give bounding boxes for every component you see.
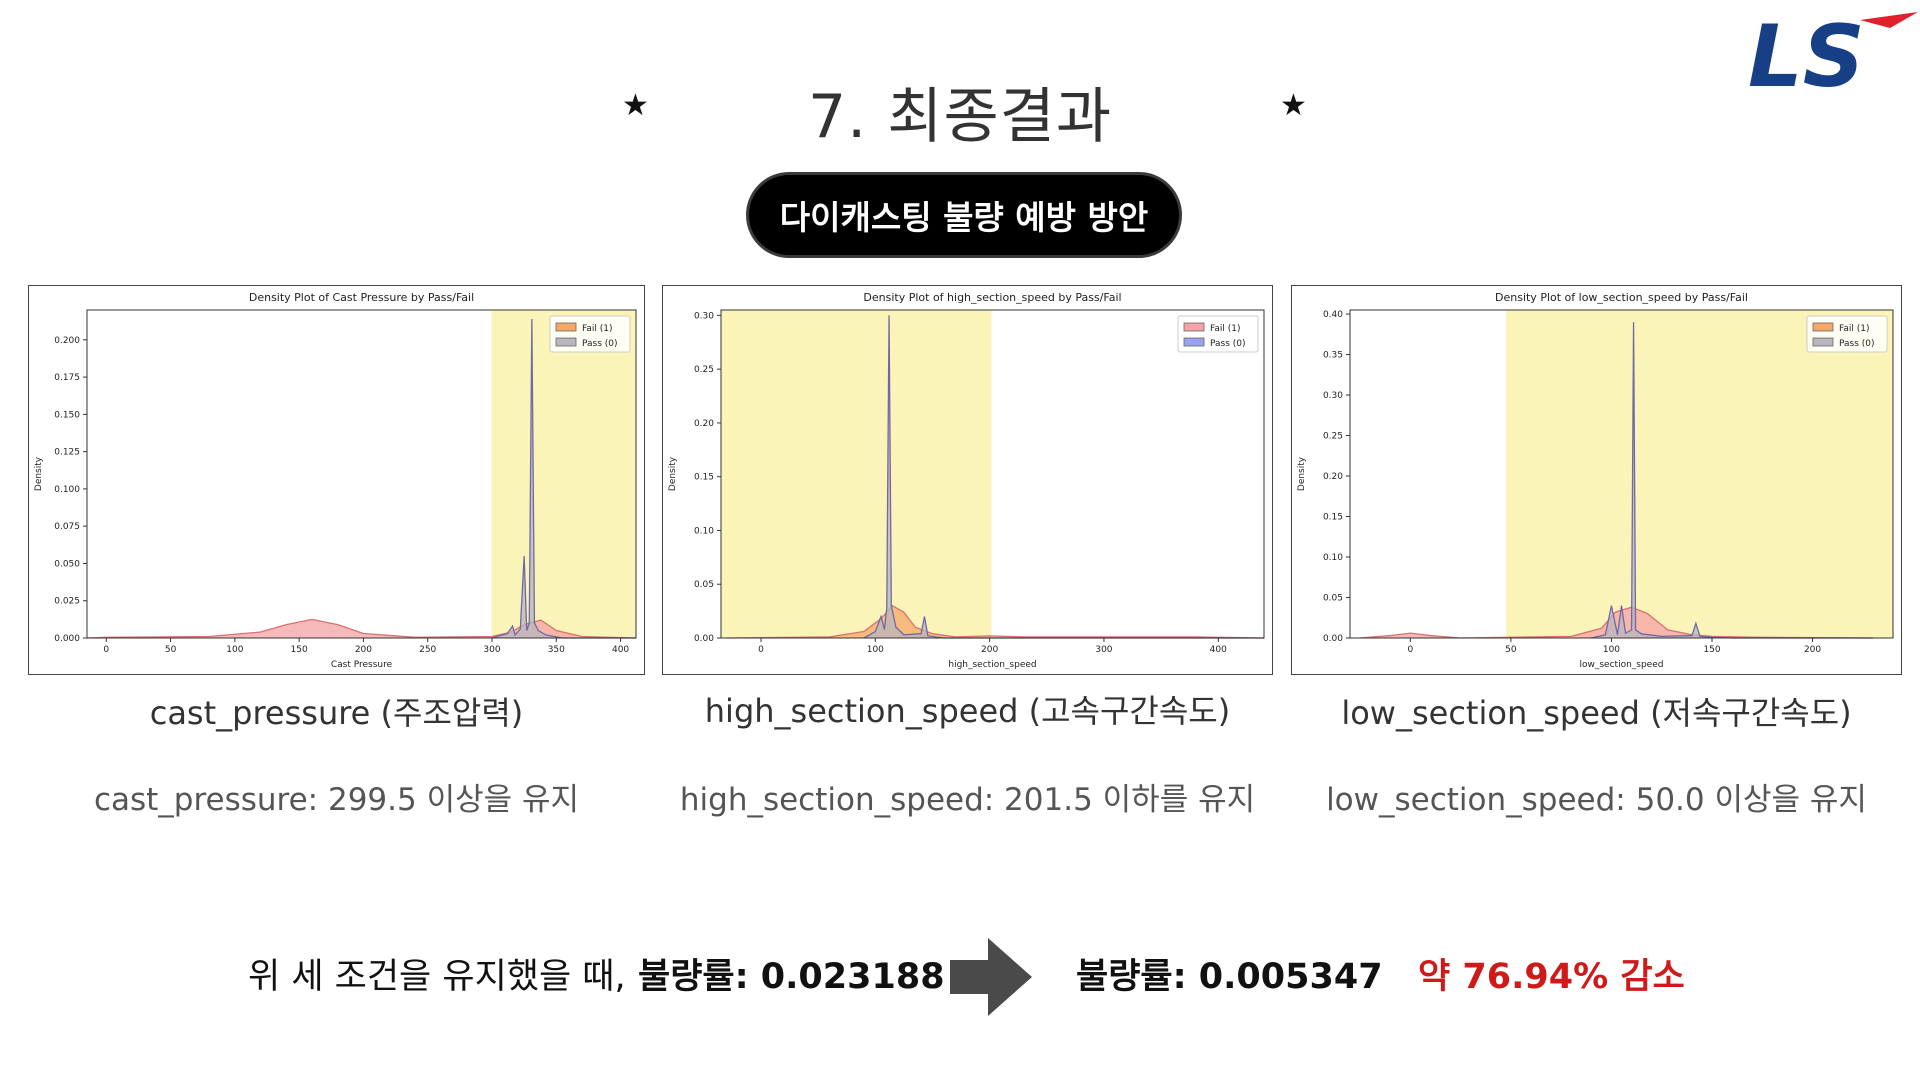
legend-label: Fail (1) — [1839, 324, 1869, 334]
x-tick-label: 200 — [1804, 645, 1821, 655]
chart-cast-pressure: Density Plot of Cast Pressure by Pass/Fa… — [28, 285, 645, 675]
x-tick-label: 50 — [1505, 645, 1517, 655]
y-tick-label: 0.10 — [1323, 553, 1343, 563]
y-tick-label: 0.150 — [54, 410, 80, 420]
reduction-result: 약 76.94% 감소 — [1418, 957, 1685, 997]
caption-cast-pressure: cast_pressure (주조압력) — [149, 694, 524, 732]
x-tick-label: 400 — [1210, 645, 1227, 655]
legend-swatch — [555, 337, 577, 347]
y-tick-label: 0.000 — [54, 634, 80, 644]
x-tick-label: 100 — [867, 645, 884, 655]
chart-low-section-speed: Density Plot of low_section_speed by Pas… — [1291, 285, 1902, 675]
legend-swatch — [1183, 322, 1205, 332]
condition-high-section-speed: high_section_speed: 201.5 이하를 유지 — [679, 782, 1256, 818]
x-tick-label: 0 — [103, 645, 109, 655]
x-tick-label: 150 — [1703, 645, 1720, 655]
density-plot-high-section-speed: Density Plot of high_section_speed by Pa… — [668, 291, 1265, 670]
right-arrow-icon — [950, 938, 1032, 1016]
legend-swatch — [1812, 337, 1834, 347]
logo-swoosh — [1860, 12, 1918, 28]
legend-label: Pass (0) — [1839, 339, 1875, 349]
y-tick-label: 0.175 — [54, 373, 80, 383]
highlight-region — [1505, 310, 1893, 638]
y-tick-label: 0.125 — [54, 448, 80, 458]
condition-cast-pressure: cast_pressure: 299.5 이상을 유지 — [93, 782, 580, 818]
chart-title: Density Plot of Cast Pressure by Pass/Fa… — [249, 291, 474, 304]
highlight-region — [491, 310, 636, 638]
x-tick-label: 100 — [226, 645, 243, 655]
x-tick-label: 300 — [483, 645, 500, 655]
legend-swatch — [1183, 337, 1205, 347]
legend-swatch — [555, 322, 577, 332]
legend-label: Fail (1) — [1210, 324, 1240, 334]
caption-low-section-speed: low_section_speed (저속구간속도) — [1341, 694, 1852, 732]
x-tick-label: 100 — [1603, 645, 1620, 655]
y-tick-label: 0.00 — [694, 634, 714, 644]
legend-swatch — [1812, 322, 1834, 332]
x-tick-label: 50 — [165, 645, 177, 655]
y-tick-label: 0.40 — [1323, 310, 1343, 320]
legend-label: Pass (0) — [582, 339, 618, 349]
y-tick-label: 0.25 — [694, 365, 714, 375]
x-tick-label: 200 — [981, 645, 998, 655]
y-tick-label: 0.15 — [694, 473, 714, 483]
y-tick-label: 0.050 — [54, 559, 80, 569]
legend-label: Pass (0) — [1210, 339, 1246, 349]
defect-rate-after: 불량률: 0.005347 — [1076, 957, 1383, 997]
y-tick-label: 0.200 — [54, 336, 80, 346]
section-pill: 다이캐스팅 불량 예방 방안 — [746, 172, 1182, 258]
y-tick-label: 0.30 — [694, 311, 714, 321]
x-axis-label: high_section_speed — [948, 660, 1036, 670]
y-tick-label: 0.20 — [694, 419, 714, 429]
y-tick-label: 0.30 — [1323, 391, 1343, 401]
y-axis-label: Density — [1297, 456, 1307, 491]
caption-high-section-speed: high_section_speed (고속구간속도) — [704, 692, 1231, 730]
y-tick-label: 0.05 — [1323, 594, 1343, 604]
x-tick-label: 350 — [548, 645, 565, 655]
y-tick-label: 0.35 — [1323, 351, 1343, 361]
chart-high-section-speed: Density Plot of high_section_speed by Pa… — [662, 285, 1273, 675]
x-tick-label: 0 — [758, 645, 764, 655]
y-axis-label: Density — [34, 456, 44, 491]
y-tick-label: 0.05 — [694, 580, 714, 590]
highlight-region — [721, 310, 992, 638]
y-axis-label: Density — [668, 456, 678, 491]
chart-title: Density Plot of low_section_speed by Pas… — [1495, 291, 1748, 304]
y-tick-label: 0.15 — [1323, 513, 1343, 523]
x-tick-label: 250 — [419, 645, 436, 655]
x-tick-label: 0 — [1407, 645, 1413, 655]
x-tick-label: 200 — [355, 645, 372, 655]
star-right-icon: ★ — [1280, 88, 1307, 123]
y-tick-label: 0.100 — [54, 485, 80, 495]
y-tick-label: 0.20 — [1323, 472, 1343, 482]
x-tick-label: 400 — [612, 645, 629, 655]
y-tick-label: 0.10 — [694, 526, 714, 536]
x-axis-label: low_section_speed — [1580, 660, 1664, 670]
y-tick-label: 0.025 — [54, 597, 80, 607]
chart-title: Density Plot of high_section_speed by Pa… — [863, 291, 1121, 304]
density-plot-cast-pressure: Density Plot of Cast Pressure by Pass/Fa… — [34, 291, 637, 670]
legend-label: Fail (1) — [582, 324, 612, 334]
density-plot-low-section-speed: Density Plot of low_section_speed by Pas… — [1297, 291, 1894, 670]
summary-prefix: 위 세 조건을 유지했을 때, — [248, 957, 626, 997]
y-tick-label: 0.25 — [1323, 432, 1343, 442]
y-tick-label: 0.075 — [54, 522, 80, 532]
page-title: 7. 최종결과 — [807, 82, 1113, 152]
condition-low-section-speed: low_section_speed: 50.0 이상을 유지 — [1326, 782, 1867, 818]
y-tick-label: 0.00 — [1323, 634, 1343, 644]
x-axis-label: Cast Pressure — [331, 660, 393, 670]
x-tick-label: 300 — [1095, 645, 1112, 655]
defect-rate-before: 불량률: 0.023188 — [638, 957, 945, 997]
x-tick-label: 150 — [291, 645, 308, 655]
